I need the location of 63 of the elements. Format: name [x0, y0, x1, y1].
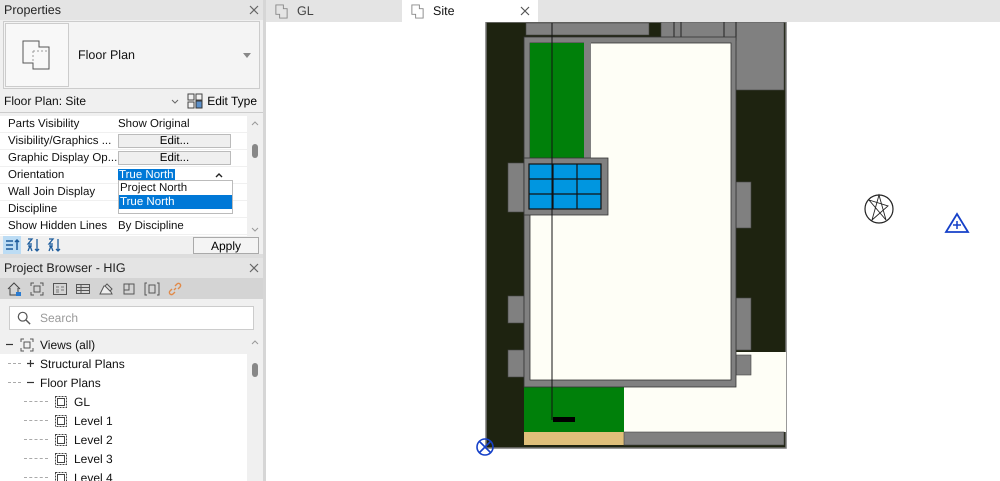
- tree-item[interactable]: Views (all): [40, 338, 96, 352]
- dropdown-option[interactable]: Project North: [119, 181, 232, 195]
- family-icon[interactable]: [121, 280, 137, 296]
- property-label: Discipline: [7, 203, 58, 215]
- tree-item[interactable]: Level 1: [74, 414, 113, 428]
- plan-view-icon: [53, 412, 69, 428]
- view-icon[interactable]: [29, 280, 45, 296]
- search-icon: [17, 311, 31, 325]
- compass-icon: [864, 193, 894, 224]
- tree-item[interactable]: Level 2: [74, 432, 113, 446]
- sort-descending-icon[interactable]: [45, 236, 63, 254]
- plan-view-icon: [53, 450, 69, 466]
- plan-view-icon: [53, 470, 69, 481]
- apply-button[interactable]: Apply: [193, 236, 259, 254]
- instance-selector[interactable]: Floor Plan: Site: [4, 94, 172, 108]
- close-icon[interactable]: [249, 5, 259, 15]
- property-label: Wall Join Display: [7, 186, 96, 198]
- tree-item[interactable]: GL: [74, 394, 90, 408]
- scroll-thumb[interactable]: [252, 144, 258, 158]
- panel-title: Project Browser - HIG: [4, 261, 126, 275]
- property-label: Parts Visibility: [7, 118, 80, 130]
- chevron-up-icon: [215, 172, 223, 178]
- expand-icon[interactable]: [26, 359, 35, 368]
- plan-view-icon: [53, 394, 69, 410]
- view-icon: [19, 336, 35, 352]
- close-icon[interactable]: [520, 6, 530, 16]
- plan-view-icon: [53, 432, 69, 448]
- legend-icon[interactable]: [52, 280, 68, 296]
- property-label: Orientation: [7, 169, 66, 181]
- panel-title: Properties: [4, 3, 61, 17]
- categorize-icon[interactable]: [3, 236, 21, 254]
- scroll-thumb[interactable]: [252, 363, 258, 377]
- edit-button[interactable]: Edit...: [118, 151, 231, 165]
- edit-button[interactable]: Edit...: [118, 134, 231, 148]
- tree-item[interactable]: Structural Plans: [40, 356, 125, 370]
- sort-ascending-icon[interactable]: [24, 236, 42, 254]
- search-field[interactable]: Search: [9, 306, 254, 330]
- dropdown-arrow-icon[interactable]: [243, 52, 251, 58]
- tree-item[interactable]: Level 3: [74, 452, 113, 466]
- edit-type-button[interactable]: Edit Type: [185, 93, 259, 109]
- scrollbar[interactable]: [247, 116, 263, 236]
- property-label: Graphic Display Op...: [7, 152, 118, 164]
- view-tab[interactable]: Site: [402, 0, 538, 22]
- selected-value: True North: [118, 169, 175, 181]
- floor-plan-icon: [274, 4, 289, 18]
- triangle-marker-icon: [944, 212, 970, 233]
- close-icon[interactable]: [249, 263, 259, 273]
- scrollbar[interactable]: [247, 335, 263, 481]
- property-label: Show Hidden Lines: [7, 220, 108, 232]
- floor-plan-icon: [410, 4, 425, 18]
- property-value: By Discipline: [118, 220, 184, 232]
- type-name: Floor Plan: [77, 48, 136, 62]
- property-label: Visibility/Graphics ...: [7, 135, 112, 147]
- dropdown-option[interactable]: True North: [119, 195, 232, 209]
- view-tab[interactable]: GL: [266, 0, 402, 22]
- sheet-icon[interactable]: [98, 280, 114, 296]
- tree-item[interactable]: Floor Plans: [40, 376, 101, 390]
- survey-point-icon: [476, 438, 494, 456]
- home-icon[interactable]: [6, 280, 22, 296]
- group-icon[interactable]: [144, 280, 160, 296]
- property-value: Show Original: [118, 118, 190, 130]
- chevron-icon[interactable]: [171, 98, 180, 104]
- type-properties-icon: [187, 93, 204, 109]
